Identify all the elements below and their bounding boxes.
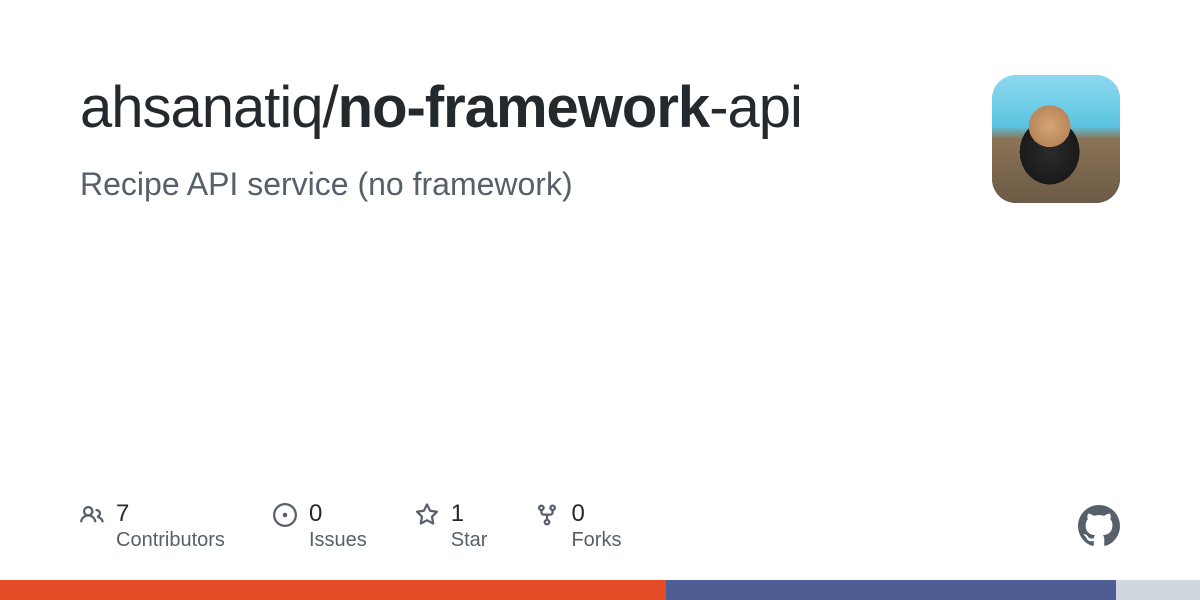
stars-label: Star: [451, 529, 488, 552]
issues-count: 0: [309, 500, 367, 529]
title-section: ahsanatiq/no-framework-api Recipe API se…: [80, 75, 952, 203]
stars-count: 1: [451, 500, 488, 529]
fork-icon: [535, 503, 559, 527]
contributors-count: 7: [116, 500, 225, 529]
repo-slash: /: [323, 75, 338, 140]
contributors-label: Contributors: [116, 529, 225, 552]
repo-title[interactable]: ahsanatiq/no-framework-api: [80, 75, 952, 142]
repo-name-rest: -api: [709, 75, 802, 140]
language-segment: [666, 580, 1116, 600]
header: ahsanatiq/no-framework-api Recipe API se…: [80, 75, 1120, 203]
language-bar: [0, 580, 1200, 600]
language-segment: [0, 580, 666, 600]
stat-stars[interactable]: 1 Star: [415, 500, 488, 552]
stat-content: 0 Issues: [309, 500, 367, 552]
github-logo-icon[interactable]: [1078, 505, 1120, 547]
avatar[interactable]: [992, 75, 1120, 203]
stats-list: 7 Contributors 0 Issues 1 Star: [80, 500, 621, 552]
forks-count: 0: [571, 500, 621, 529]
stat-content: 1 Star: [451, 500, 488, 552]
stat-contributors[interactable]: 7 Contributors: [80, 500, 225, 552]
repo-name-bold: no-framework: [338, 75, 710, 140]
people-icon: [80, 503, 104, 527]
stats-bar: 7 Contributors 0 Issues 1 Star: [80, 500, 1120, 552]
stat-content: 0 Forks: [571, 500, 621, 552]
forks-label: Forks: [571, 529, 621, 552]
language-segment: [1116, 580, 1200, 600]
stat-issues[interactable]: 0 Issues: [273, 500, 367, 552]
issue-icon: [273, 503, 297, 527]
repo-owner: ahsanatiq: [80, 75, 323, 140]
stat-content: 7 Contributors: [116, 500, 225, 552]
repo-description: Recipe API service (no framework): [80, 166, 952, 203]
issues-label: Issues: [309, 529, 367, 552]
stat-forks[interactable]: 0 Forks: [535, 500, 621, 552]
star-icon: [415, 503, 439, 527]
